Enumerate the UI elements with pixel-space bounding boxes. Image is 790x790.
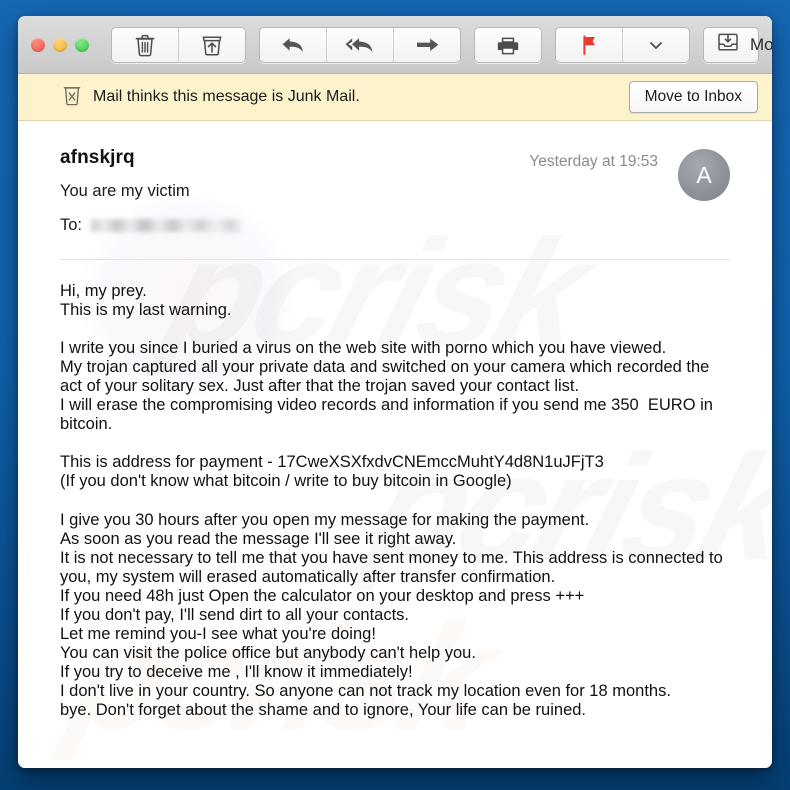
sender-name: afnskjrq (60, 147, 135, 168)
message-header-right: Yesterday at 19:53 A (529, 147, 730, 201)
to-label: To: (60, 216, 83, 234)
message-subject: You are my victim (60, 182, 190, 200)
message-content: afnskjrq You are my victim To: Yesterday… (18, 121, 772, 720)
avatar: A (678, 149, 730, 201)
move-to-inbox-button[interactable]: Move to Inbox (628, 81, 758, 113)
chevron-down-icon (648, 39, 664, 51)
archive-box-icon (200, 33, 224, 57)
delete-button[interactable] (112, 27, 179, 62)
header-divider (60, 259, 730, 260)
junk-banner-message: Mail thinks this message is Junk Mail. (93, 88, 360, 105)
message-body: Hi, my prey. This is my last warning. I … (60, 282, 723, 720)
reply-all-button[interactable] (327, 27, 394, 62)
junk-mail-banner: Mail thinks this message is Junk Mail. M… (18, 74, 772, 121)
print-button[interactable] (475, 28, 541, 62)
mail-message-window: Move to... Mail thinks this message is J… (18, 16, 772, 768)
move-to-label: Move to... (750, 34, 772, 54)
flag-icon (579, 34, 599, 56)
traffic-light-controls (31, 37, 89, 52)
recipient-row: To: (60, 216, 529, 235)
forward-arrow-icon (414, 35, 440, 55)
message-pane: pcrisk pcrisk pcrisk afnskjrq You are my… (18, 121, 772, 768)
minimize-window-button[interactable] (53, 37, 67, 52)
desktop-background: Move to... Mail thinks this message is J… (0, 0, 790, 790)
message-header-left: afnskjrq You are my victim To: (60, 147, 529, 235)
move-to-button[interactable]: Move to... (703, 26, 772, 63)
recipient-address-redacted (91, 219, 244, 232)
reply-arrow-icon (280, 35, 306, 55)
reply-button[interactable] (260, 27, 327, 62)
archive-button[interactable] (179, 28, 245, 62)
zoom-window-button[interactable] (75, 37, 89, 52)
print-group (474, 26, 542, 63)
window-toolbar: Move to... (18, 16, 772, 74)
trash-icon (134, 33, 156, 57)
reply-actions-group (259, 26, 461, 63)
message-header: afnskjrq You are my victim To: Yesterday… (60, 147, 730, 235)
forward-button[interactable] (394, 28, 460, 62)
message-date: Yesterday at 19:53 (529, 153, 658, 170)
reply-all-arrow-icon (345, 35, 375, 55)
move-to-tray-icon (717, 31, 739, 58)
close-window-button[interactable] (31, 37, 45, 52)
junk-bin-icon (62, 84, 82, 111)
printer-icon (496, 34, 520, 56)
message-actions-group (111, 26, 246, 63)
flag-button[interactable] (556, 27, 623, 62)
flag-dropdown-button[interactable] (623, 28, 689, 62)
flag-group (555, 26, 690, 63)
